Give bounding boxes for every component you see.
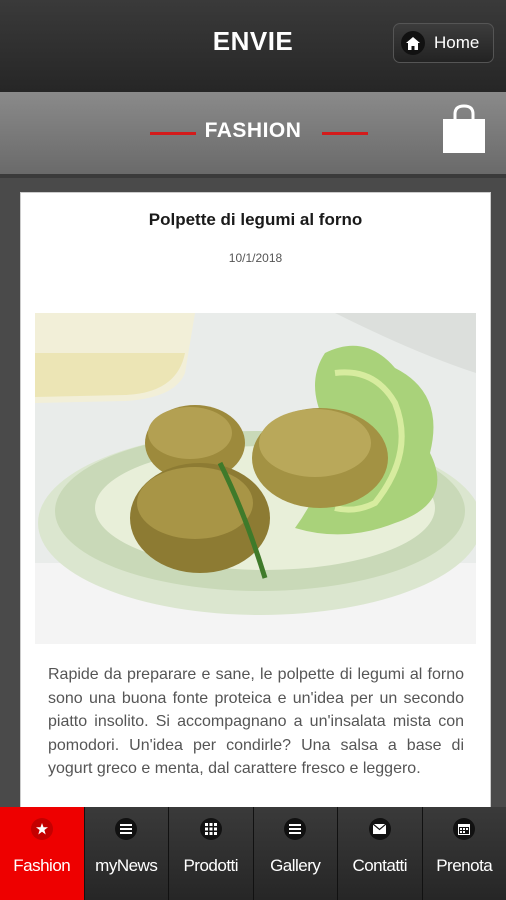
section-line-right (322, 132, 368, 135)
nav-item-prenota[interactable]: Prenota (422, 807, 506, 900)
grid-icon (199, 818, 222, 840)
nav-label-fashion: Fashion (13, 856, 71, 875)
nav-label-prenota: Prenota (436, 856, 493, 875)
nav-item-fashion[interactable]: Fashion (0, 807, 85, 900)
nav-label-contatti: Contatti (352, 856, 408, 875)
shopping-bag-icon[interactable] (442, 104, 486, 154)
article-image (35, 313, 476, 644)
nav-label-prodotti: Prodotti (183, 856, 239, 875)
home-button-label: Home (434, 33, 480, 52)
section-header: FASHION (0, 92, 506, 178)
calendar-icon (453, 818, 476, 840)
star-icon (30, 818, 53, 840)
bottom-nav: Fashion myNews Prodotti Gallery Contatti… (0, 807, 506, 900)
article-title: Polpette di legumi al forno (148, 210, 363, 229)
top-bar: ENVIE Home (0, 0, 506, 92)
list-icon (115, 818, 138, 840)
nav-item-contatti[interactable]: Contatti (338, 807, 423, 900)
article-card[interactable]: Polpette di legumi al forno 10/1/2018 Ra… (20, 192, 491, 824)
mail-icon (368, 818, 391, 840)
nav-label-mynews: myNews (95, 856, 158, 875)
nav-label-gallery: Gallery (270, 856, 321, 875)
section-title: FASHION (204, 119, 302, 142)
nav-item-mynews[interactable]: myNews (84, 807, 169, 900)
home-button[interactable]: Home (393, 23, 494, 63)
article-date: 10/1/2018 (228, 251, 283, 265)
home-icon (401, 31, 425, 55)
list-icon (284, 818, 307, 840)
article-body: Rapide da preparare e sane, le polpette … (48, 666, 464, 777)
nav-item-gallery[interactable]: Gallery (253, 807, 338, 900)
nav-item-prodotti[interactable]: Prodotti (169, 807, 254, 900)
